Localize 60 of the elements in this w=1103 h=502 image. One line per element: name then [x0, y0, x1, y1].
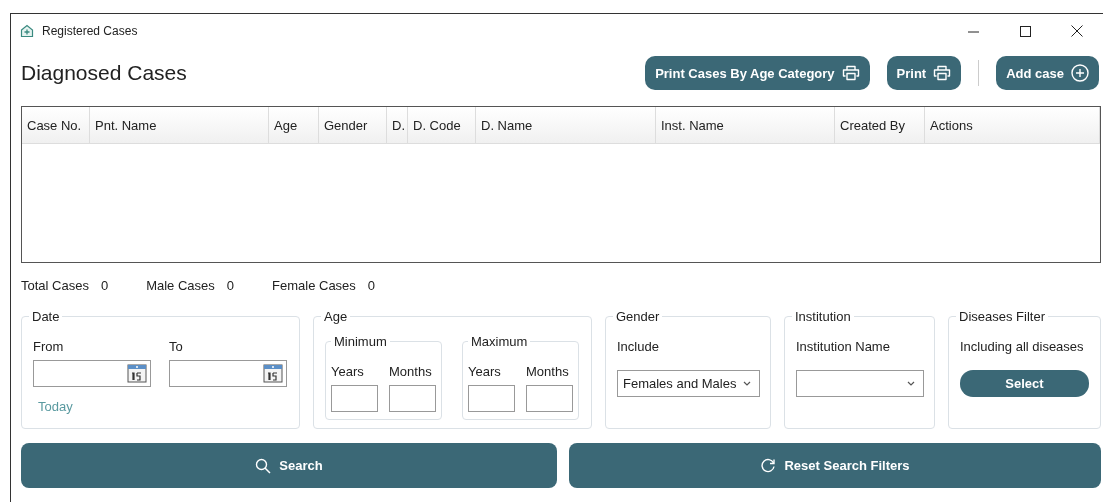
close-icon: [1071, 25, 1083, 37]
refresh-icon: [760, 457, 777, 474]
dropdown[interactable]: Females and Males: [617, 370, 760, 397]
stat-value: 0: [367, 277, 376, 293]
column-header[interactable]: Age: [269, 107, 319, 143]
field-label: To: [169, 339, 184, 354]
printer-icon: [841, 65, 860, 81]
column-header[interactable]: Gender: [319, 107, 387, 143]
add-button[interactable]: Add case: [996, 56, 1099, 90]
column-header[interactable]: D. Code: [408, 107, 476, 143]
print-button[interactable]: Print: [886, 56, 962, 90]
group-title: Minimum: [331, 334, 390, 349]
maximize-icon: [1019, 25, 1031, 37]
field-label: Months: [389, 364, 433, 379]
group-title: Age: [321, 309, 351, 324]
stat-value: 0: [100, 277, 109, 293]
filter-description: Including all diseases: [960, 339, 1085, 354]
calendar-icon: [263, 364, 283, 383]
number-field[interactable]: [331, 385, 378, 412]
column-header[interactable]: Inst. Name: [656, 107, 835, 143]
printer-icon: [933, 65, 952, 81]
chevron-down-icon: [907, 380, 915, 387]
plus-circle-icon: [1071, 64, 1089, 82]
date-field[interactable]: [169, 360, 287, 387]
calendar-icon: [127, 364, 147, 383]
field-label: Years: [468, 364, 502, 379]
window-title: Registered Cases: [42, 24, 139, 38]
page-heading: Diagnosed Cases: [21, 61, 188, 85]
field-label: Years: [331, 364, 365, 379]
column-header[interactable]: Created By: [835, 107, 925, 143]
stat-label: Total Cases: [21, 277, 89, 293]
column-header[interactable]: D. Name: [476, 107, 656, 143]
stat-value: 0: [226, 277, 235, 293]
group-title: Gender: [613, 309, 663, 324]
app-icon: [20, 24, 34, 38]
group-title: Diseases Filter: [956, 309, 1048, 324]
group-title: Date: [29, 309, 63, 324]
dropdown[interactable]: [796, 370, 924, 397]
search-icon: [255, 457, 272, 474]
group-title: Maximum: [468, 334, 531, 349]
group-title: Institution: [792, 309, 854, 324]
stat-label: Female Cases: [272, 277, 356, 293]
column-header[interactable]: Actions: [925, 107, 1100, 143]
number-field[interactable]: [389, 385, 436, 412]
number-field[interactable]: [526, 385, 573, 412]
stat-label: Male Cases: [146, 277, 215, 293]
select-button[interactable]: Select: [960, 370, 1089, 397]
print-button[interactable]: Print Cases By Age Category: [645, 56, 870, 90]
reset-button[interactable]: Reset Search Filters: [569, 443, 1101, 488]
field-label: Institution Name: [796, 339, 891, 354]
field-label: Months: [526, 364, 570, 379]
field-label: From: [33, 339, 65, 354]
date-field[interactable]: [33, 360, 151, 387]
search-button[interactable]: Search: [21, 443, 557, 488]
column-header[interactable]: Pnt. Name: [90, 107, 269, 143]
column-header[interactable]: Case No.: [22, 107, 90, 143]
number-field[interactable]: [468, 385, 515, 412]
chevron-down-icon: [743, 380, 751, 387]
column-header[interactable]: D.: [387, 107, 408, 143]
field-label: Include: [617, 339, 660, 354]
